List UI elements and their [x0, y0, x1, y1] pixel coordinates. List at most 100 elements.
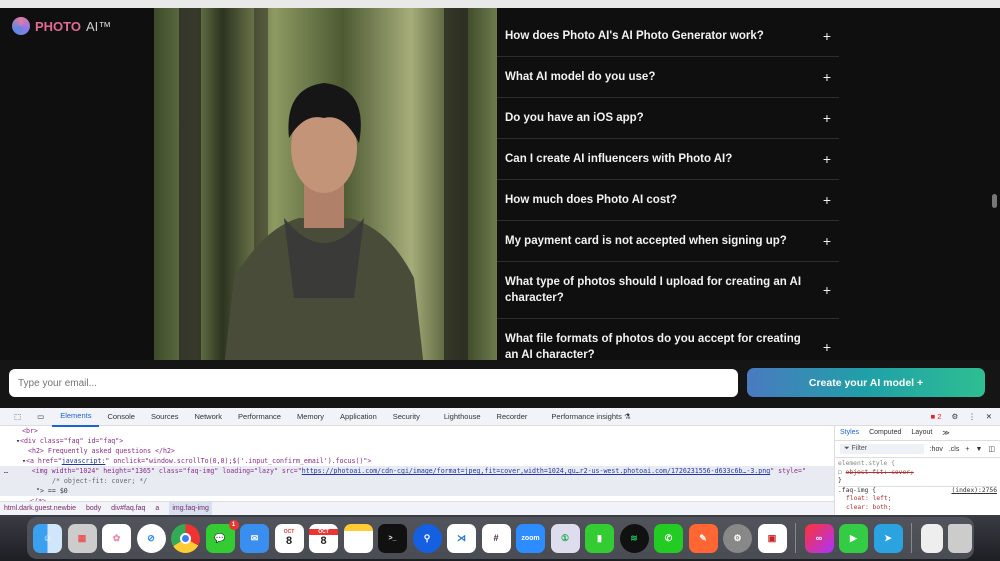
faq-question: How much does Photo AI cost?: [505, 194, 678, 206]
document-icon[interactable]: [920, 523, 943, 553]
struck-property: object-fit: cover;: [845, 468, 914, 476]
breadcrumb-item[interactable]: div#faq.faq: [111, 502, 145, 515]
tab-layout[interactable]: Layout: [911, 429, 932, 437]
spotify-icon[interactable]: ≋: [619, 523, 649, 553]
vscode-icon[interactable]: ⋊: [447, 523, 476, 553]
style-property[interactable]: ☐ object-fit: cover;: [838, 469, 997, 478]
cls-toggle[interactable]: .cls: [949, 446, 960, 453]
notification-badge: 1: [228, 519, 239, 530]
add-rule-icon[interactable]: +: [965, 446, 969, 453]
photo-ai-logo[interactable]: PHOTO AI™: [12, 17, 111, 35]
tab-styles[interactable]: Styles: [840, 429, 859, 437]
system-settings-icon[interactable]: ⚙: [723, 523, 752, 553]
dom-node[interactable]: "> == $0: [0, 486, 834, 496]
faq-image[interactable]: [154, 8, 497, 360]
href-link[interactable]: javascript:: [62, 457, 106, 465]
more-tabs-icon[interactable]: ≫: [942, 429, 949, 437]
tab-network[interactable]: Network: [187, 408, 231, 426]
pen-app-icon[interactable]: ✎: [688, 523, 718, 553]
calendar-day: 8: [285, 535, 293, 547]
whatsapp-icon[interactable]: ✆: [654, 523, 683, 553]
tab-security[interactable]: Security: [385, 408, 428, 426]
facetime-icon[interactable]: ▶: [839, 523, 868, 553]
style-rule-selector: .faq-img {: [838, 486, 876, 494]
dom-node-selected[interactable]: … <img width="1024" height="1365" class=…: [0, 466, 834, 476]
faq-item[interactable]: How does Photo AI's AI Photo Generator w…: [497, 16, 839, 57]
dom-node[interactable]: <h2> Frequently asked questions </h2>: [0, 446, 834, 456]
calendar-icon[interactable]: OCT 8: [274, 523, 304, 553]
browser-top-edge: [0, 0, 1000, 8]
faq-question: What AI model do you use?: [505, 71, 656, 83]
plus-icon: +: [822, 151, 831, 167]
breadcrumb-item[interactable]: body: [86, 502, 101, 515]
creative-cloud-icon[interactable]: ∞: [804, 523, 834, 553]
faq-item[interactable]: My payment card is not accepted when sig…: [497, 221, 839, 262]
breadcrumb-item[interactable]: a: [155, 502, 159, 515]
hov-toggle[interactable]: :hov: [930, 446, 943, 453]
plus-icon: +: [822, 233, 831, 249]
trash-icon[interactable]: [948, 523, 972, 553]
macos-dock: ☺ ▦ ✿ ⊘ 💬 1 ✉ OCT 8 OCT 8 >_ ⚲ ⋊ # zoom ① ▮…: [0, 515, 1000, 561]
paint-icon[interactable]: ▼: [975, 446, 982, 453]
tab-lighthouse[interactable]: Lighthouse: [436, 408, 489, 426]
calendar-icon[interactable]: OCT 8: [309, 523, 338, 553]
plus-icon: +: [822, 28, 831, 44]
faq-question: My payment card is not accepted when sig…: [505, 235, 787, 247]
dom-node[interactable]: ▾<div class="faq" id="faq">: [0, 436, 834, 446]
page-scrollbar[interactable]: [992, 194, 997, 208]
close-icon[interactable]: ✕: [986, 412, 992, 421]
terminal-icon[interactable]: >_: [378, 523, 407, 553]
dom-node[interactable]: ▾<a href="javascript:" onclick="window.s…: [0, 456, 834, 466]
slack-icon[interactable]: #: [481, 523, 511, 553]
numbers-icon[interactable]: ▮: [585, 523, 614, 553]
breadcrumb-item[interactable]: img.faq-img: [169, 502, 212, 515]
email-input[interactable]: [9, 369, 738, 397]
1password-icon[interactable]: ①: [550, 523, 580, 553]
chrome-icon[interactable]: [171, 523, 200, 553]
zoom-icon[interactable]: zoom: [516, 523, 545, 553]
style-property[interactable]: float: left;: [838, 495, 997, 504]
tab-performance[interactable]: Performance: [230, 408, 289, 426]
faq-item[interactable]: Can I create AI influencers with Photo A…: [497, 139, 839, 180]
tab-sources[interactable]: Sources: [143, 408, 187, 426]
styles-filter-input[interactable]: ⏷ Filter: [840, 444, 924, 454]
tab-memory[interactable]: Memory: [289, 408, 332, 426]
tab-recorder[interactable]: Recorder: [489, 408, 536, 426]
tab-application[interactable]: Application: [332, 408, 385, 426]
plus-icon: +: [822, 110, 831, 126]
device-toggle-icon[interactable]: ▭: [29, 408, 52, 426]
faq-item[interactable]: How much does Photo AI cost? +: [497, 180, 839, 221]
dom-tree[interactable]: <br> ▾<div class="faq" id="faq"> <h2> Fr…: [0, 426, 834, 508]
more-options-icon[interactable]: ⋮: [968, 412, 976, 421]
tab-performance-insights[interactable]: Performance insights ⚗: [543, 408, 638, 426]
radio-app-icon[interactable]: ▣: [757, 523, 787, 553]
inspect-icon[interactable]: ⬚: [6, 408, 29, 426]
telegram-icon[interactable]: ➤: [873, 523, 903, 553]
tab-computed[interactable]: Computed: [869, 429, 901, 437]
settings-gear-icon[interactable]: ⚙: [951, 412, 958, 421]
mail-icon[interactable]: ✉: [240, 523, 269, 553]
breadcrumb-item[interactable]: html.dark.guest.newbie: [4, 502, 76, 515]
dom-comment: /* object-fit: cover; */: [0, 476, 834, 486]
faq-item[interactable]: What AI model do you use? +: [497, 57, 839, 98]
issues-badge[interactable]: ■ 2: [931, 412, 942, 421]
map-pin-icon[interactable]: ⚲: [412, 523, 442, 553]
source-link[interactable]: (index):2756: [952, 487, 998, 496]
faq-item[interactable]: What type of photos should I upload for …: [497, 262, 839, 319]
tab-elements[interactable]: Elements: [52, 407, 100, 427]
notes-icon[interactable]: [343, 523, 373, 553]
style-property[interactable]: clear: both;: [838, 504, 997, 513]
sidebar-toggle-icon[interactable]: ◫: [988, 445, 995, 453]
create-ai-model-button[interactable]: Create your AI model +: [747, 368, 985, 397]
finder-icon[interactable]: ☺: [33, 523, 62, 553]
plus-icon: +: [822, 282, 831, 298]
launchpad-icon[interactable]: ▦: [67, 523, 97, 553]
messages-icon[interactable]: 💬 1: [205, 519, 239, 553]
logo-icon: [12, 17, 30, 35]
safari-icon[interactable]: ⊘: [136, 523, 166, 553]
photos-icon[interactable]: ✿: [102, 523, 131, 553]
faq-item[interactable]: Do you have an iOS app? +: [497, 98, 839, 139]
src-link[interactable]: https://photoai.com/cdn-cgi/image/format…: [302, 467, 770, 475]
dom-node[interactable]: <br>: [0, 426, 834, 436]
tab-console[interactable]: Console: [99, 408, 143, 426]
